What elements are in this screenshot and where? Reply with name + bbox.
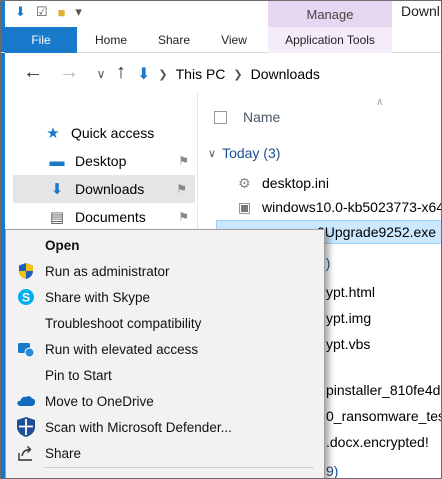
group-label: Today (3): [222, 145, 281, 161]
group-header-today[interactable]: ∨ Today (3): [208, 145, 280, 161]
menu-item-label: Pin to Start: [45, 367, 112, 383]
tab-application-tools[interactable]: Application Tools: [268, 27, 392, 53]
list-item[interactable]: ypt.img: [326, 306, 371, 330]
quick-access-toolbar: ⬇ ☑ ■ ▾: [15, 1, 82, 23]
chevron-right-icon: ❯: [158, 68, 168, 81]
sidebar-item-downloads[interactable]: ⬇ Downloads ⚑: [13, 175, 195, 203]
back-arrow-icon[interactable]: ←: [21, 61, 45, 84]
tab-file[interactable]: File: [5, 27, 77, 53]
file-name: desktop.ini: [262, 175, 329, 191]
sidebar-item-label: Documents: [75, 209, 146, 225]
list-item[interactable]: ypt.vbs: [326, 332, 370, 356]
file-name: ypt.img: [326, 310, 372, 326]
menu-item-share-with-skype[interactable]: S Share with Skype: [6, 284, 324, 310]
pin-icon: ⚑: [178, 154, 189, 168]
uac-shield-icon: [15, 260, 37, 282]
menu-item-label: Run with elevated access: [45, 341, 199, 357]
chevron-right-icon: ❯: [233, 68, 243, 81]
menu-item-label: Share: [45, 445, 82, 461]
svg-text:S: S: [22, 291, 30, 305]
menu-item-share[interactable]: Share: [6, 440, 324, 466]
menu-item-scan-with-defender[interactable]: Scan with Microsoft Defender...: [6, 414, 324, 440]
tab-home[interactable]: Home: [85, 27, 137, 53]
list-item[interactable]: ▣ windows10.0-kb5023773-x64: [238, 195, 442, 219]
menu-item-open[interactable]: Open: [6, 232, 324, 258]
ribbon-tabs: File Home Share View Application Tools: [1, 27, 441, 53]
elevated-access-icon: [15, 338, 37, 360]
contextual-group-manage: Manage: [268, 1, 392, 27]
chevron-down-icon: ∨: [208, 147, 217, 160]
context-menu: Open Run as administrator S Share with S…: [5, 229, 325, 478]
column-header-name[interactable]: Name: [243, 109, 280, 125]
breadcrumb-this-pc[interactable]: This PC: [176, 66, 226, 82]
onedrive-icon: [15, 390, 37, 412]
defender-shield-icon: [15, 416, 37, 438]
file-name: ypt.vbs: [326, 336, 371, 352]
list-item[interactable]: pinstaller_810fe4d3: [326, 378, 442, 402]
qat-folder-icon[interactable]: ■: [58, 5, 66, 20]
file-name: pinstaller_810fe4d3: [326, 382, 442, 398]
documents-icon: ▤: [49, 209, 65, 226]
list-item[interactable]: ⚙ desktop.ini: [238, 171, 329, 195]
menu-item-label: Scan with Microsoft Defender...: [45, 419, 232, 435]
qat-customize-icon[interactable]: ▾: [75, 4, 82, 20]
navigation-bar: ← → ∨ ↑ ⬇ ❯ This PC ❯ Downloads: [5, 57, 441, 93]
breadcrumb-downloads[interactable]: Downloads: [251, 66, 320, 82]
desktop-icon: ▬: [49, 152, 65, 170]
installer-package-icon: ▣: [238, 198, 252, 215]
navigation-pane: ★ Quick access ▬ Desktop ⚑ ⬇ Downloads ⚑…: [5, 105, 197, 235]
qat-checkbox-icon[interactable]: ☑: [36, 4, 48, 20]
sidebar-item-desktop[interactable]: ▬ Desktop ⚑: [47, 147, 197, 175]
file-name: 0_ransomware_test_: [326, 408, 441, 424]
sidebar-item-documents[interactable]: ▤ Documents ⚑: [47, 203, 197, 231]
downloads-arrow-icon: ⬇: [137, 66, 151, 83]
sidebar-item-label: Desktop: [75, 153, 127, 169]
sidebar-item-label: Quick access: [71, 125, 155, 141]
file-name: windows10.0-kb5023773-x64: [262, 199, 442, 215]
menu-item-label: Open: [45, 237, 80, 253]
tab-view[interactable]: View: [213, 27, 255, 53]
tab-share[interactable]: Share: [151, 27, 197, 53]
column-header-row: Name: [198, 103, 441, 131]
menu-separator: [44, 467, 314, 468]
menu-item-label: Share with Skype: [45, 289, 151, 305]
qat-arrow-icon[interactable]: ⬇: [15, 4, 26, 20]
menu-item-label: Move to OneDrive: [45, 393, 154, 409]
file-name: .docx.encrypted!: [326, 434, 429, 450]
menu-item-run-as-administrator[interactable]: Run as administrator: [6, 258, 324, 284]
select-all-checkbox[interactable]: [214, 110, 227, 124]
list-item[interactable]: ypt.html: [326, 280, 375, 304]
menu-item-troubleshoot-compatibility[interactable]: Troubleshoot compatibility: [6, 310, 324, 336]
menu-item-move-to-onedrive[interactable]: Move to OneDrive: [6, 388, 324, 414]
menu-item-run-with-elevated-access[interactable]: Run with elevated access: [6, 336, 324, 362]
group-label-partial: 9): [326, 463, 339, 479]
sidebar-item-label: Downloads: [75, 181, 145, 197]
address-bar[interactable]: ⬇ ❯ This PC ❯ Downloads: [137, 61, 441, 87]
menu-item-label: Troubleshoot compatibility: [45, 315, 202, 331]
forward-arrow-icon[interactable]: →: [57, 61, 81, 84]
window-title: Downl: [401, 3, 440, 19]
download-arrow-icon: ⬇: [50, 181, 64, 198]
list-item[interactable]: .docx.encrypted!: [326, 430, 429, 454]
share-icon: [15, 442, 37, 464]
list-item[interactable]: 9): [326, 459, 339, 479]
file-name: 0Upgrade9252.exe: [317, 224, 437, 240]
settings-file-icon: ⚙: [238, 174, 251, 191]
skype-icon: S: [15, 286, 37, 308]
file-name: ypt.html: [326, 284, 376, 300]
pin-icon: ⚑: [176, 182, 187, 196]
pin-icon: ⚑: [178, 210, 189, 224]
menu-item-label: Run as administrator: [45, 263, 170, 279]
menu-item-pin-to-start[interactable]: Pin to Start: [6, 362, 324, 388]
list-item[interactable]: 0_ransomware_test_: [326, 404, 441, 428]
explorer-window: ⬇ ☑ ■ ▾ Manage Downl File Home Share Vie…: [0, 0, 442, 479]
star-icon: ★: [46, 125, 60, 142]
up-arrow-icon[interactable]: ↑: [109, 61, 133, 84]
